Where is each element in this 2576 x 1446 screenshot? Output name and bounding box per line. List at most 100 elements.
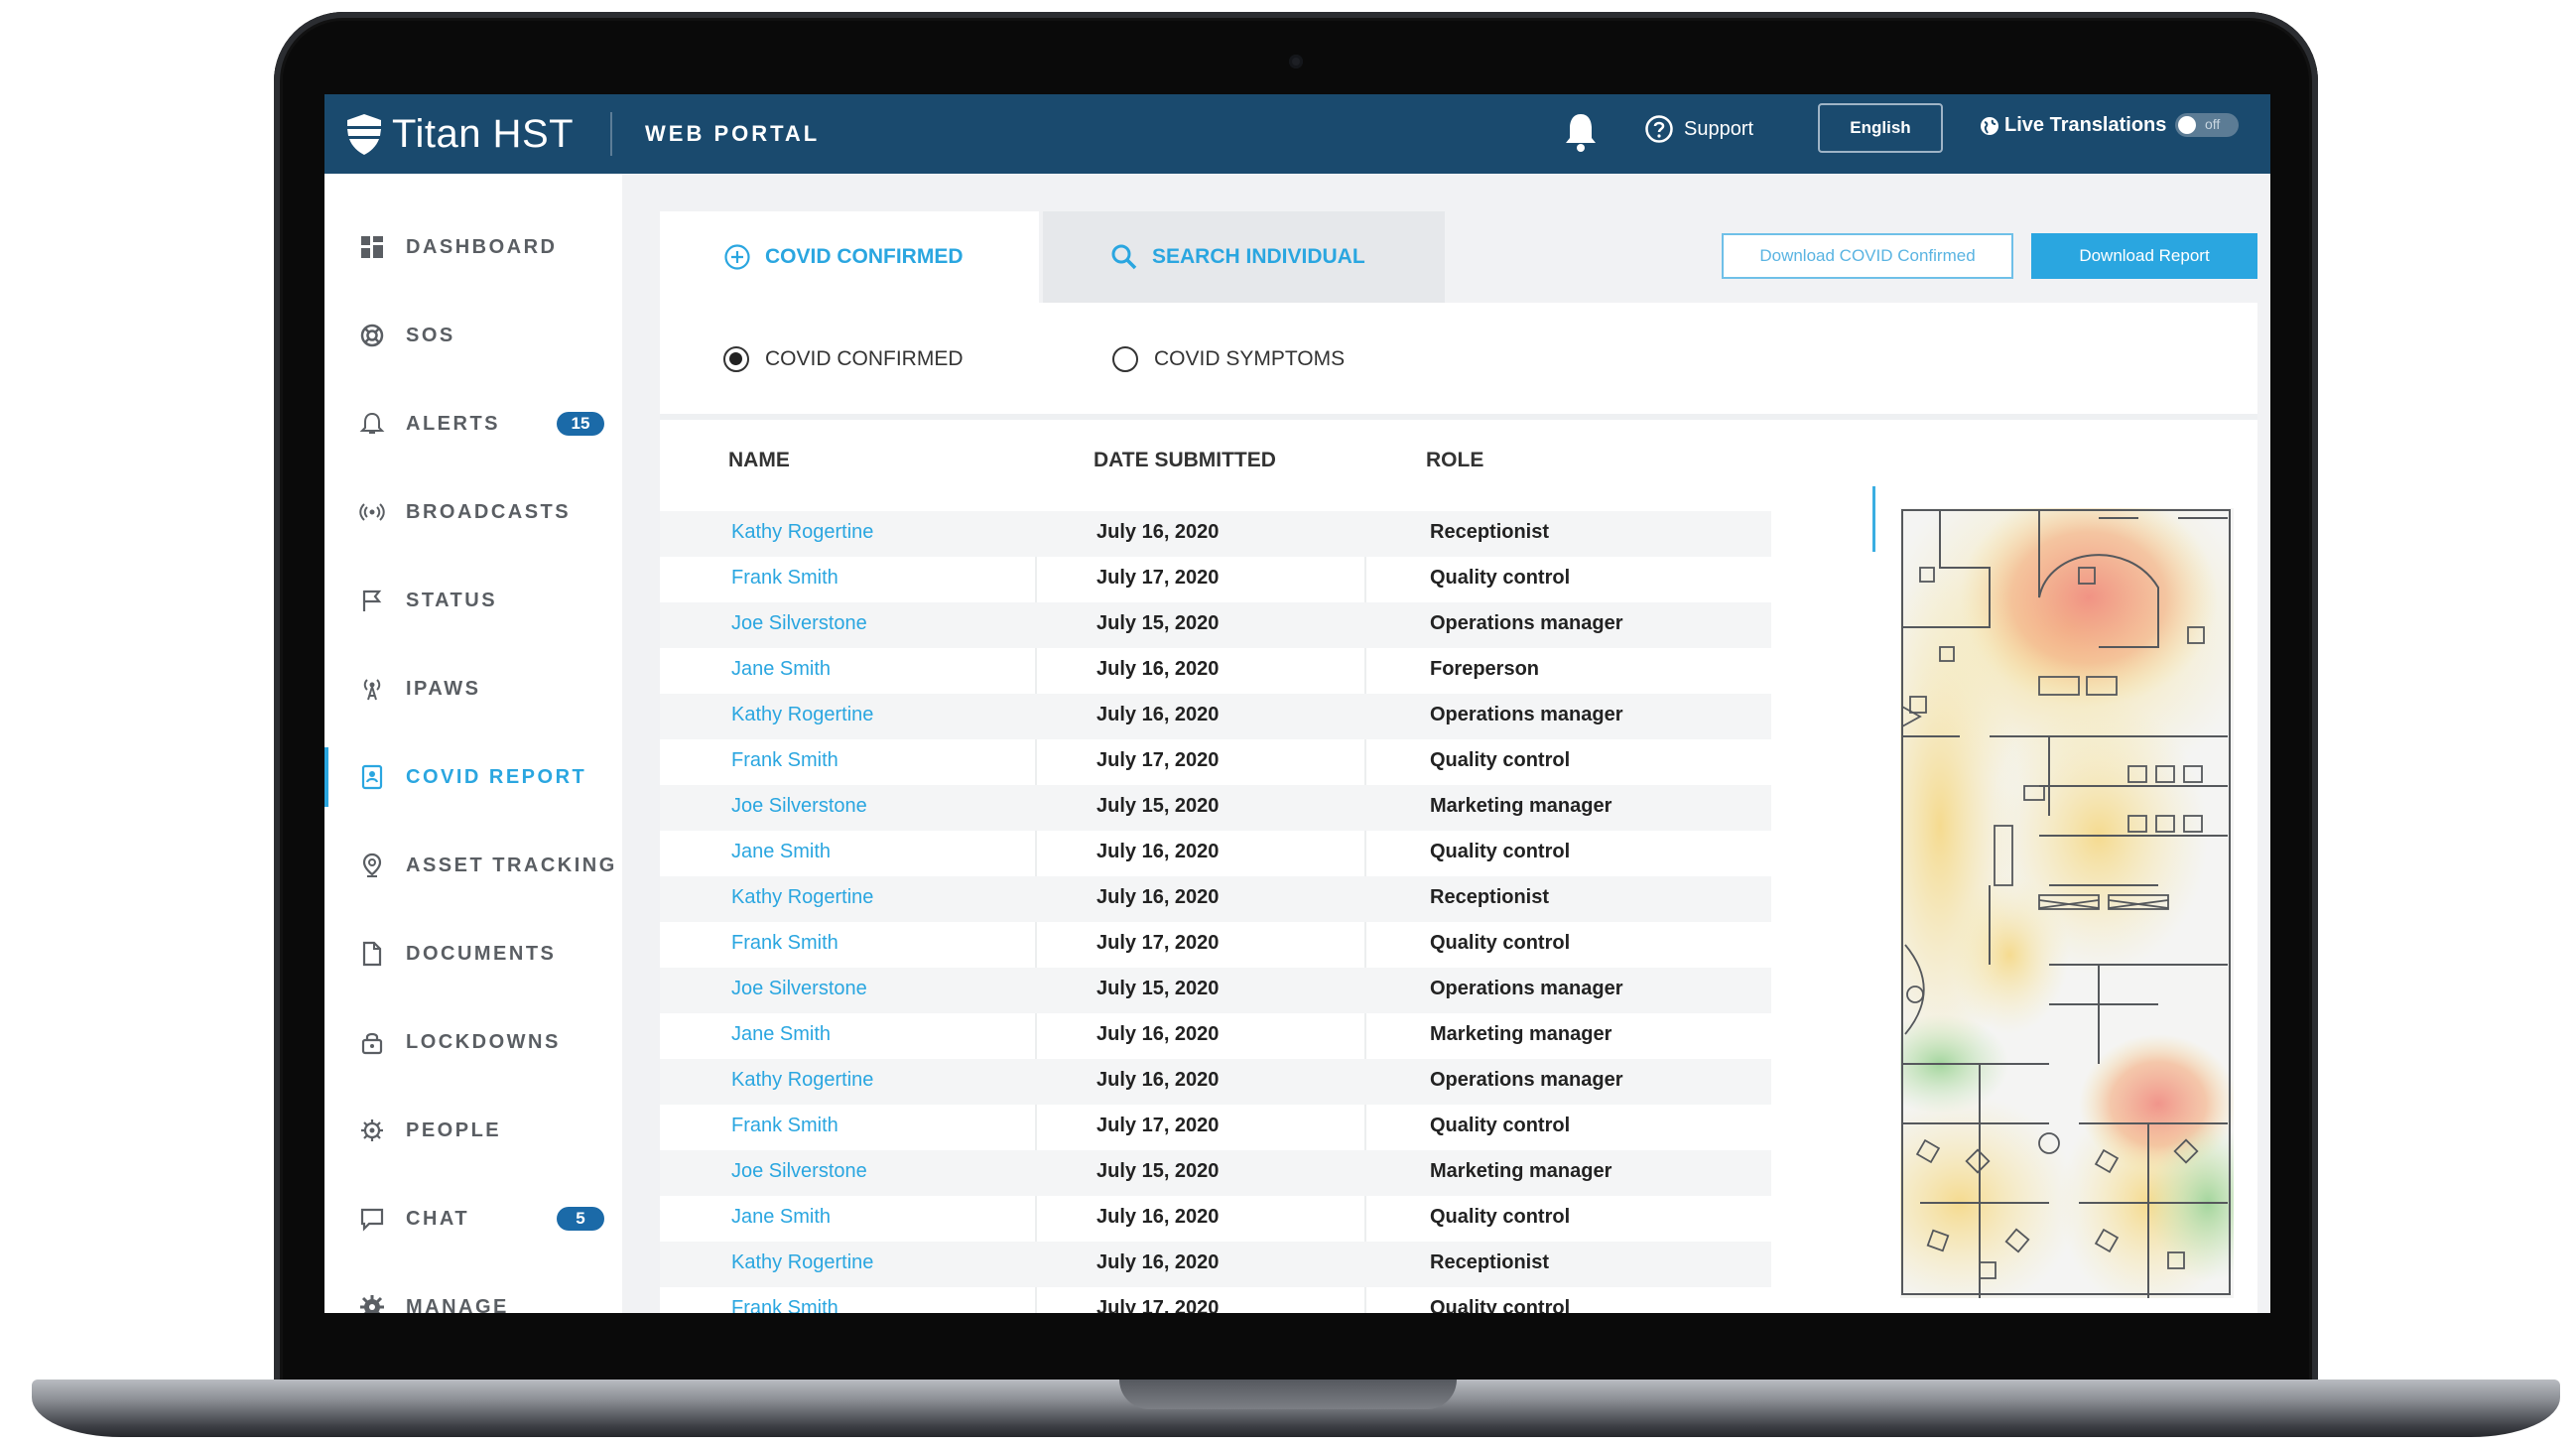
name-link[interactable]: Jane Smith [731,1023,831,1046]
name-link[interactable]: Kathy Rogertine [731,1251,873,1274]
notification-bell-icon[interactable] [1562,110,1600,154]
sidebar-item-status[interactable]: STATUS [324,571,622,630]
brand-logo[interactable]: Titan HST [344,106,574,162]
role-cell: Operations manager [1430,704,1623,725]
tab-covid-confirmed[interactable]: COVID CONFIRMED [660,211,1039,303]
table-row[interactable]: Kathy Rogertine July 16, 2020 Operations m… [660,694,1771,739]
sidebar-item-label: ALERTS [406,412,500,435]
download-report-button[interactable]: Download Report [2031,233,2257,279]
brand-name: Titan HST [392,111,575,156]
name-link[interactable]: Kathy Rogertine [731,1069,873,1092]
column-header-role[interactable]: ROLE [1426,449,1483,472]
table-row[interactable]: Joe Silverstone July 15, 2020 Operations m… [660,968,1771,1013]
sidebar-item-chat[interactable]: CHAT 5 [324,1189,622,1249]
role-cell: Marketing manager [1430,1160,1612,1182]
document-icon [358,940,386,968]
language-select[interactable]: English [1818,103,1943,153]
sidebar-item-documents[interactable]: DOCUMENTS [324,924,622,984]
date-cell: July 17, 2020 [1096,749,1220,771]
name-link[interactable]: Frank Smith [731,1297,838,1313]
live-translations-toggle[interactable]: off [2175,113,2239,137]
table-row[interactable]: Jane Smith July 16, 2020 Foreperson [660,648,1771,694]
sidebar-item-people[interactable]: PEOPLE [324,1101,622,1160]
table-row[interactable]: Kathy Rogertine July 16, 2020 Receptionist [660,511,1771,557]
radio-covid-confirmed[interactable]: COVID CONFIRMED [723,346,964,372]
sidebar-item-lockdowns[interactable]: LOCKDOWNS [324,1012,622,1072]
role-cell: Quality control [1430,841,1571,862]
radio-covid-symptoms[interactable]: COVID SYMPTOMS [1112,346,1345,372]
date-cell: July 15, 2020 [1096,612,1220,634]
tab-search-individual[interactable]: SEARCH INDIVIDUAL [1043,211,1445,303]
table-row[interactable]: Joe Silverstone July 15, 2020 Marketing ma… [660,785,1771,831]
help-circle-icon [1645,115,1673,143]
download-covid-confirmed-button[interactable]: Download COVID Confirmed [1722,233,2013,279]
table-row[interactable]: Kathy Rogertine July 16, 2020 Operations m… [660,1059,1771,1105]
shield-logo-icon [347,114,381,155]
name-link[interactable]: Kathy Rogertine [731,521,873,544]
table-row[interactable]: Frank Smith July 17, 2020 Quality control [660,739,1771,785]
name-link[interactable]: Frank Smith [731,749,838,772]
role-cell: Marketing manager [1430,1023,1612,1045]
sidebar: DASHBOARD SOS ALERTS 15 BROADCASTS STATU… [324,174,622,1313]
sidebar-item-covid-report[interactable]: COVID REPORT [324,747,622,807]
name-link[interactable]: Joe Silverstone [731,795,867,818]
name-link[interactable]: Jane Smith [731,841,831,863]
sidebar-item-alerts[interactable]: ALERTS 15 [324,394,622,454]
laptop-notch [1119,1380,1457,1409]
sidebar-item-sos[interactable]: SOS [324,306,622,365]
sidebar-item-ipaws[interactable]: IPAWS [324,659,622,719]
name-link[interactable]: Joe Silverstone [731,978,867,1000]
date-cell: July 16, 2020 [1096,886,1220,908]
header-divider [610,112,612,156]
name-link[interactable]: Kathy Rogertine [731,704,873,726]
table-row[interactable]: Frank Smith July 17, 2020 Quality control [660,922,1771,968]
name-link[interactable]: Joe Silverstone [731,612,867,635]
date-cell: July 17, 2020 [1096,567,1220,589]
role-cell: Foreperson [1430,658,1540,680]
table-row[interactable]: Joe Silverstone July 15, 2020 Marketing ma… [660,1150,1771,1196]
name-link[interactable]: Frank Smith [731,1115,838,1137]
name-link[interactable]: Joe Silverstone [731,1160,867,1183]
table-row[interactable]: Kathy Rogertine July 16, 2020 Receptionist [660,1242,1771,1287]
sidebar-item-manage[interactable]: MANAGE [324,1277,622,1313]
bell-icon [358,410,386,438]
support-link[interactable]: Support [1644,114,1753,144]
table-row[interactable]: Jane Smith July 16, 2020 Marketing manager [660,1013,1771,1059]
table-row[interactable]: Frank Smith July 17, 2020 Quality control [660,1287,1771,1313]
date-cell: July 17, 2020 [1096,1297,1220,1313]
plus-circle-icon [724,244,750,270]
name-link[interactable]: Jane Smith [731,658,831,681]
name-link[interactable]: Frank Smith [731,567,838,590]
table-row[interactable]: Jane Smith July 16, 2020 Quality control [660,831,1771,876]
date-cell: July 16, 2020 [1096,1023,1220,1045]
role-cell: Quality control [1430,749,1571,771]
scrollbar-thumb[interactable] [1872,486,1875,552]
sidebar-item-dashboard[interactable]: DASHBOARD [324,217,622,277]
role-cell: Quality control [1430,932,1571,954]
webcam [1289,55,1303,68]
role-cell: Quality control [1430,567,1571,589]
role-cell: Quality control [1430,1206,1571,1228]
covid-table: Kathy Rogertine July 16, 2020 Receptionist… [660,511,1771,1313]
table-row[interactable]: Joe Silverstone July 15, 2020 Operations m… [660,602,1771,648]
radio-label: COVID CONFIRMED [765,347,964,370]
column-header-name[interactable]: NAME [728,449,790,472]
broadcast-icon [358,498,386,526]
date-cell: July 16, 2020 [1096,704,1220,725]
sidebar-item-broadcasts[interactable]: BROADCASTS [324,482,622,542]
table-row[interactable]: Jane Smith July 16, 2020 Quality control [660,1196,1771,1242]
sidebar-item-asset-tracking[interactable]: ASSET TRACKING [324,836,622,895]
table-row[interactable]: Kathy Rogertine July 16, 2020 Receptionist [660,876,1771,922]
top-bar: Titan HST WEB PORTAL Support English Liv… [324,94,2270,174]
table-row[interactable]: Frank Smith July 17, 2020 Quality control [660,1105,1771,1150]
tab-label: COVID CONFIRMED [765,245,964,268]
manage-gear-icon [358,1293,386,1313]
table-row[interactable]: Frank Smith July 17, 2020 Quality control [660,557,1771,602]
name-link[interactable]: Kathy Rogertine [731,886,873,909]
name-link[interactable]: Jane Smith [731,1206,831,1229]
sidebar-item-label: LOCKDOWNS [406,1030,561,1053]
name-link[interactable]: Frank Smith [731,932,838,955]
live-translations-text: Live Translations [2004,114,2167,136]
column-header-date[interactable]: DATE SUBMITTED [1094,449,1276,472]
floor-plan-heatmap[interactable] [1900,508,2234,1298]
